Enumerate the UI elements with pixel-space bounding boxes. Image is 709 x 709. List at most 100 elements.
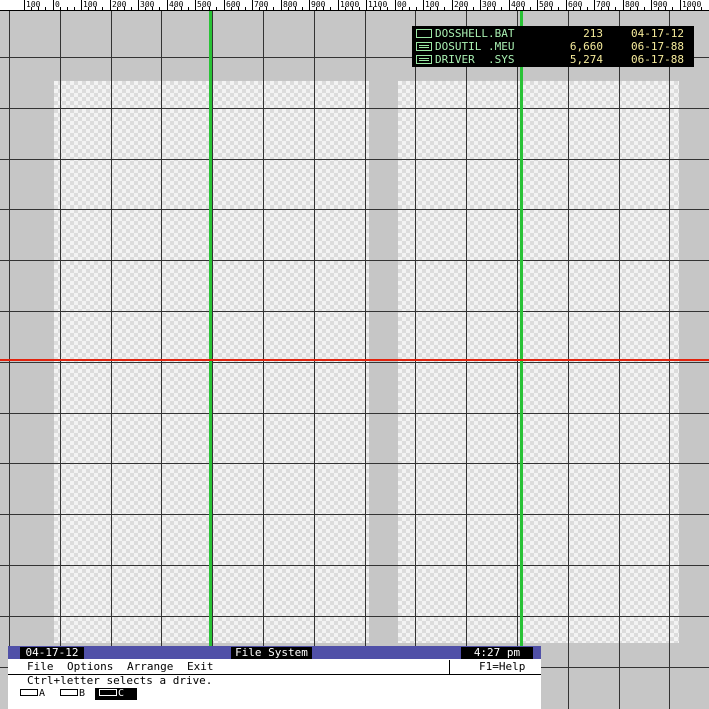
ruler-minor-tick xyxy=(60,7,61,10)
ruler-tick xyxy=(195,0,196,10)
ruler-tick xyxy=(594,0,595,10)
ruler-minor-tick xyxy=(359,7,360,10)
ruler-minor-tick xyxy=(409,7,410,10)
ruler-minor-tick xyxy=(288,7,289,10)
ruler-minor-tick xyxy=(573,7,574,10)
file-list-panel: DOSSHELL.BAT 213 04-17-12 DOSUTIL .MEU 6… xyxy=(412,26,694,67)
window-title: File System xyxy=(231,647,312,659)
ruler-minor-tick xyxy=(238,7,239,10)
ruler-minor-tick xyxy=(45,7,46,10)
ruler-minor-tick xyxy=(658,7,659,10)
file-size: 213 xyxy=(583,27,603,40)
status-date: 04-17-12 xyxy=(20,647,84,659)
ruler-minor-tick xyxy=(558,7,559,10)
ruler-tick xyxy=(680,0,681,10)
ruler-minor-tick xyxy=(209,7,210,10)
ruler-tick xyxy=(566,0,567,10)
ruler-minor-tick xyxy=(373,7,374,10)
ruler-minor-tick xyxy=(152,7,153,10)
ruler-tick xyxy=(651,0,652,10)
ruler-minor-tick xyxy=(615,7,616,10)
horizontal-guide[interactable] xyxy=(0,359,709,361)
top-ruler[interactable]: 100 0 100 200 300 400 500 600 700 800 900 1000 1100 0… xyxy=(0,0,709,11)
drive-b[interactable]: B xyxy=(60,688,88,700)
ruler-minor-tick xyxy=(587,7,588,10)
ruler-minor-tick xyxy=(637,7,638,10)
ruler-minor-tick xyxy=(380,7,381,10)
ruler-tick xyxy=(252,0,253,10)
ruler-minor-tick xyxy=(102,7,103,10)
ruler-minor-tick xyxy=(124,7,125,10)
ruler-tick xyxy=(366,0,367,10)
ruler-minor-tick xyxy=(437,7,438,10)
ruler-tick xyxy=(480,0,481,10)
ruler-tick xyxy=(537,0,538,10)
ruler-minor-tick xyxy=(231,7,232,10)
file-row[interactable]: DOSUTIL .MEU 6,660 06-17-88 xyxy=(412,40,694,53)
ruler-tick xyxy=(167,0,168,10)
ruler-minor-tick xyxy=(345,7,346,10)
ruler-minor-tick xyxy=(259,7,260,10)
design-canvas[interactable]: 100 0 100 200 300 400 500 600 700 800 900 1000 1100 0… xyxy=(0,0,709,709)
ruler-minor-tick xyxy=(38,7,39,10)
ruler-tick xyxy=(53,0,54,10)
ruler-minor-tick xyxy=(630,7,631,10)
ruler-minor-tick xyxy=(487,7,488,10)
file-row[interactable]: DOSSHELL.BAT 213 04-17-12 xyxy=(412,27,694,40)
menu-file[interactable]: File xyxy=(27,660,54,673)
ruler-minor-tick xyxy=(266,7,267,10)
drive-c[interactable]: C xyxy=(95,688,137,700)
ruler-tick xyxy=(338,0,339,10)
ruler-minor-tick xyxy=(665,7,666,10)
ruler-minor-tick xyxy=(188,7,189,10)
ruler-minor-tick xyxy=(402,7,403,10)
ruler-minor-tick xyxy=(330,7,331,10)
menu-arrange[interactable]: Arrange xyxy=(127,660,173,673)
ruler-minor-tick xyxy=(430,7,431,10)
menu-exit[interactable]: Exit xyxy=(187,660,214,673)
ruler-minor-tick xyxy=(245,7,246,10)
ruler-label: 1000 xyxy=(682,0,702,9)
ruler-label: 1000 xyxy=(340,0,360,9)
menu-options[interactable]: Options xyxy=(67,660,113,673)
ruler-minor-tick xyxy=(644,7,645,10)
grid-line xyxy=(0,209,709,210)
ruler-minor-tick xyxy=(601,7,602,10)
ruler-minor-tick xyxy=(551,7,552,10)
drive-icon xyxy=(20,688,38,696)
ruler-minor-tick xyxy=(31,7,32,10)
ruler-minor-tick xyxy=(516,7,517,10)
grid-line xyxy=(0,362,709,363)
ruler-tick xyxy=(623,0,624,10)
grid-line xyxy=(0,616,709,617)
ruler-minor-tick xyxy=(444,7,445,10)
ruler-minor-tick xyxy=(459,7,460,10)
ruler-minor-tick xyxy=(494,7,495,10)
grid-line xyxy=(0,108,709,109)
file-row[interactable]: DRIVER .SYS 5,274 06-17-88 xyxy=(412,53,694,66)
ruler-minor-tick xyxy=(387,7,388,10)
menu-bar: File Options Arrange Exit F1=Help xyxy=(8,660,541,675)
status-bar: 04-17-12 File System 4:27 pm xyxy=(8,646,541,659)
ruler-minor-tick xyxy=(159,7,160,10)
file-size: 6,660 xyxy=(569,40,603,53)
ruler-tick xyxy=(509,0,510,10)
file-name: DRIVER .SYS xyxy=(435,53,515,66)
grid-line xyxy=(0,514,709,515)
ruler-minor-tick xyxy=(202,7,203,10)
document-file-icon xyxy=(416,42,432,51)
ruler-minor-tick xyxy=(74,7,75,10)
document-file-icon xyxy=(416,55,432,64)
ruler-minor-tick xyxy=(316,7,317,10)
ruler-minor-tick xyxy=(544,7,545,10)
drive-a[interactable]: A xyxy=(20,688,48,700)
drive-icon xyxy=(60,688,78,696)
help-key-hint[interactable]: F1=Help xyxy=(449,660,541,674)
ruler-minor-tick xyxy=(352,7,353,10)
ruler-tick xyxy=(138,0,139,10)
ruler-minor-tick xyxy=(145,7,146,10)
ruler-minor-tick xyxy=(131,7,132,10)
ruler-minor-tick xyxy=(216,7,217,10)
ruler-minor-tick xyxy=(608,7,609,10)
ruler-minor-tick xyxy=(295,7,296,10)
